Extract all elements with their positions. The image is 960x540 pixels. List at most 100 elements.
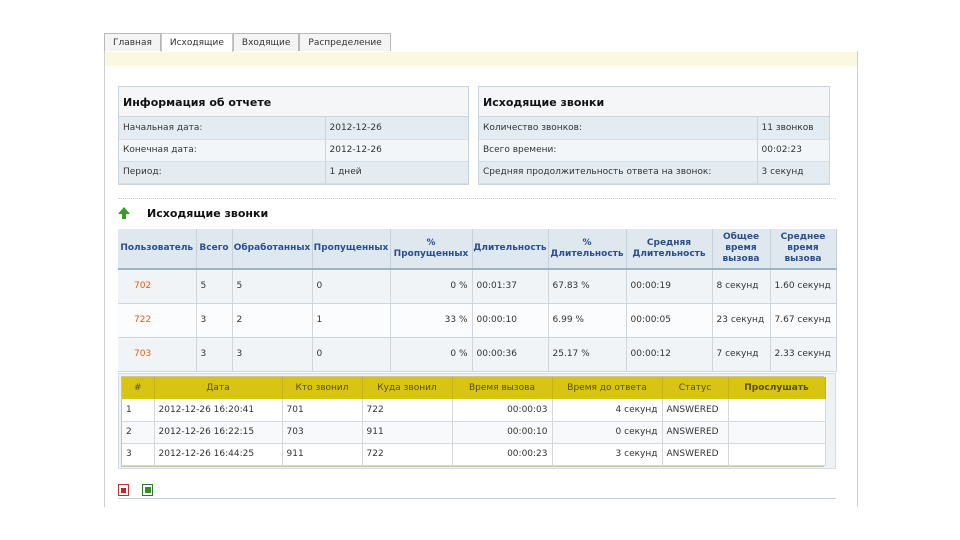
col-date: Дата — [154, 377, 283, 399]
detail-row: 1 2012-12-26 16:20:41 701 722 00:00:03 4… — [122, 399, 826, 422]
row-number: 1 — [122, 399, 155, 422]
missed-pct-cell: 0 % — [390, 337, 473, 372]
col-call-time: Время вызова — [452, 377, 553, 399]
outgoing-summary-title: Исходящие звонки — [479, 87, 829, 117]
row-caller: 703 — [282, 421, 363, 444]
total-cell: 3 — [196, 303, 233, 338]
user-stats-table: Пользователь Всего Обработанных Пропущен… — [118, 229, 837, 372]
tab-home[interactable]: Главная — [104, 33, 161, 51]
row-listen[interactable] — [728, 421, 826, 444]
duration-cell: 00:01:37 — [472, 269, 549, 304]
col-avg-duration[interactable]: Средняя Длительность — [626, 229, 713, 270]
row-caller: 701 — [282, 399, 363, 422]
total-time-value: 00:02:23 — [756, 139, 829, 162]
total-call-cell: 8 секунд — [712, 269, 771, 304]
row-status: ANSWERED — [662, 443, 729, 466]
col-duration[interactable]: Длительность — [472, 229, 549, 270]
avg-duration-cell: 00:00:12 — [626, 337, 713, 372]
user-link[interactable]: 703 — [134, 349, 151, 359]
tab-outgoing[interactable]: Исходящие — [160, 33, 233, 52]
end-date-label: Конечная дата: — [119, 139, 325, 162]
row-wait-time: 3 секунд — [552, 443, 663, 466]
pdf-export-icon[interactable] — [118, 484, 129, 496]
green-up-arrow-icon[interactable] — [118, 207, 131, 219]
row-callee: 722 — [362, 443, 453, 466]
end-date-value: 2012-12-26 — [324, 139, 468, 162]
tab-bar: Главная Исходящие Входящие Распределение — [104, 33, 391, 52]
col-avg-call[interactable]: Среднее время вызова — [770, 229, 837, 270]
row-callee: 722 — [362, 399, 453, 422]
section-divider — [118, 198, 836, 199]
missed-pct-cell: 33 % — [390, 303, 473, 338]
report-info-title: Информация об отчете — [119, 87, 468, 117]
period-value: 1 дней — [324, 161, 468, 184]
duration-pct-cell: 25.17 % — [548, 337, 627, 372]
excel-export-icon[interactable] — [142, 484, 153, 496]
row-date: 2012-12-26 16:20:41 — [154, 399, 283, 422]
total-call-cell: 23 секунд — [712, 303, 771, 338]
col-listen: Прослушать — [728, 377, 826, 399]
detail-row: 3 2012-12-26 16:44:25 911 722 00:00:23 3… — [122, 443, 826, 466]
start-date-label: Начальная дата: — [119, 117, 325, 140]
report-info-panel: Информация об отчете Начальная дата: 201… — [118, 86, 469, 185]
col-callee: Куда звонил — [362, 377, 453, 399]
footer-divider — [118, 498, 836, 499]
row-number: 2 — [122, 421, 155, 444]
col-user[interactable]: Пользователь — [118, 229, 197, 270]
missed-cell: 1 — [312, 303, 391, 338]
col-missed-pct[interactable]: % Пропущенных — [390, 229, 473, 270]
user-link[interactable]: 702 — [134, 281, 151, 291]
duration-pct-cell: 67.83 % — [548, 269, 627, 304]
tab-distribution[interactable]: Распределение — [299, 33, 391, 51]
row-date: 2012-12-26 16:44:25 — [154, 443, 283, 466]
row-caller: 911 — [282, 443, 363, 466]
table-row: 722 3 2 1 33 % 00:00:10 6.99 % 00:00:05 … — [118, 303, 837, 338]
start-date-value: 2012-12-26 — [324, 117, 468, 140]
avg-duration-cell: 00:00:19 — [626, 269, 713, 304]
row-wait-time: 4 секунд — [552, 399, 663, 422]
col-status: Статус — [662, 377, 729, 399]
total-call-cell: 7 секунд — [712, 337, 771, 372]
row-callee: 911 — [362, 421, 453, 444]
col-total-call[interactable]: Общее время вызова — [712, 229, 771, 270]
call-count-label: Количество звонков: — [479, 117, 757, 140]
outgoing-summary-panel: Исходящие звонки Количество звонков: 11 … — [478, 86, 830, 185]
col-caller: Кто звонил — [282, 377, 363, 399]
table-row: 703 3 3 0 0 % 00:00:36 25.17 % 00:00:12 … — [118, 337, 837, 372]
section-header: Исходящие звонки — [118, 205, 268, 221]
handled-cell: 3 — [232, 337, 313, 372]
avg-call-cell: 2.33 секунд — [770, 337, 837, 372]
avg-duration-cell: 00:00:05 — [626, 303, 713, 338]
col-number: # — [122, 377, 155, 399]
duration-cell: 00:00:36 — [472, 337, 549, 372]
detail-header-row: # Дата Кто звонил Куда звонил Время вызо… — [122, 377, 826, 399]
row-number: 3 — [122, 443, 155, 466]
total-cell: 3 — [196, 337, 233, 372]
row-wait-time: 0 секунд — [552, 421, 663, 444]
col-duration-pct[interactable]: % Длительность — [548, 229, 627, 270]
tab-incoming[interactable]: Входящие — [232, 33, 300, 51]
call-detail-table: # Дата Кто звонил Куда звонил Время вызо… — [121, 376, 826, 467]
total-cell: 5 — [196, 269, 233, 304]
section-title: Исходящие звонки — [147, 206, 269, 220]
col-total[interactable]: Всего — [196, 229, 233, 270]
row-listen[interactable] — [728, 443, 826, 466]
user-link[interactable]: 722 — [134, 315, 151, 325]
notice-band — [105, 52, 857, 66]
col-wait-time: Время до ответа — [552, 377, 663, 399]
col-missed[interactable]: Пропущенных — [312, 229, 391, 270]
avg-answer-value: 3 секунд — [756, 161, 829, 184]
detail-row: 2 2012-12-26 16:22:15 703 911 00:00:10 0… — [122, 421, 826, 444]
col-handled[interactable]: Обработанных — [232, 229, 313, 270]
row-call-time: 00:00:03 — [452, 399, 553, 422]
avg-call-cell: 7.67 секунд — [770, 303, 837, 338]
row-date: 2012-12-26 16:22:15 — [154, 421, 283, 444]
duration-pct-cell: 6.99 % — [548, 303, 627, 338]
period-label: Период: — [119, 161, 325, 184]
handled-cell: 5 — [232, 269, 313, 304]
handled-cell: 2 — [232, 303, 313, 338]
row-call-time: 00:00:23 — [452, 443, 553, 466]
row-status: ANSWERED — [662, 421, 729, 444]
row-listen[interactable] — [728, 399, 826, 422]
table-row: 702 5 5 0 0 % 00:01:37 67.83 % 00:00:19 … — [118, 269, 837, 304]
